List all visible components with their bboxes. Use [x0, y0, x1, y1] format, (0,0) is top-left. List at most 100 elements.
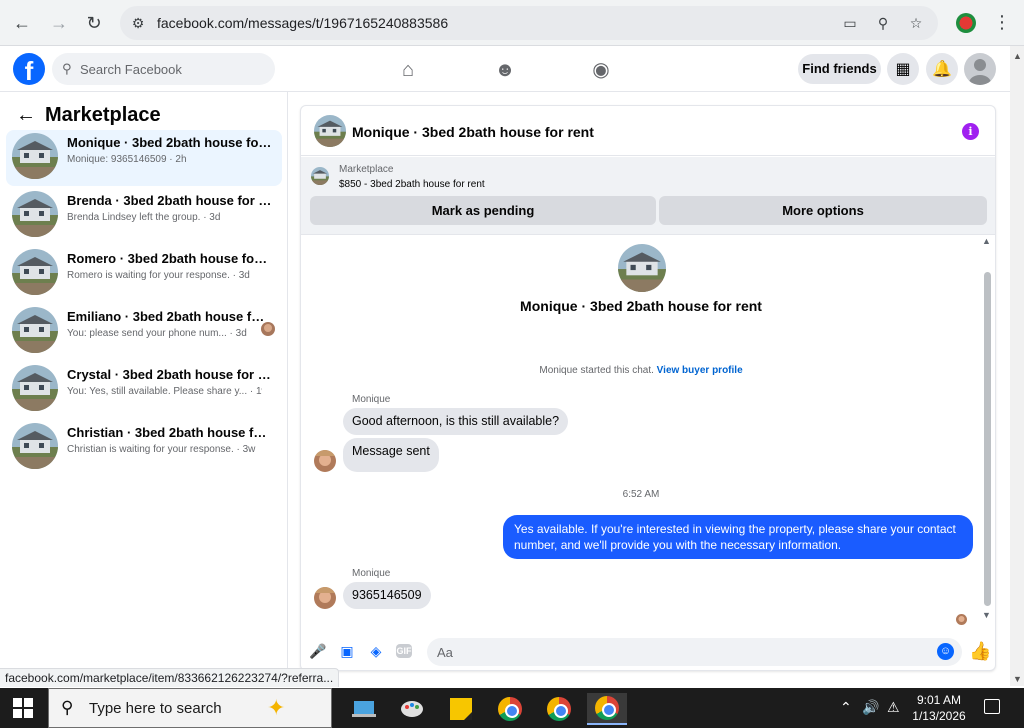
system-clock[interactable]: 9:01 AM 1/13/2026: [905, 692, 973, 724]
facebook-header: f ⚲ Search Facebook ⌂ ☻ ◉ Find friends ▦…: [0, 46, 1010, 92]
conversation-name: Brenda · 3bed 2bath house for rent: [67, 193, 272, 208]
conversation-item[interactable]: Brenda · 3bed 2bath house for rent Brend…: [6, 188, 282, 244]
marketplace-banner: Marketplace $850 - 3bed 2bath house for …: [301, 157, 995, 235]
search-input[interactable]: ⚲ Search Facebook: [52, 53, 275, 85]
file-explorer-app-icon[interactable]: [344, 693, 384, 725]
listing-thumbnail: [12, 249, 58, 295]
message-timestamp: 6:52 AM: [622, 489, 660, 500]
listing-thumbnail: [12, 365, 58, 411]
thread-scrollbar[interactable]: ▲ ▼: [981, 236, 993, 622]
chat-title[interactable]: Monique · 3bed 2bath house for rent: [352, 124, 594, 140]
started-text: Monique started this chat.: [539, 365, 654, 376]
scroll-thumb[interactable]: [984, 272, 991, 606]
address-bar[interactable]: ⚙ facebook.com/messages/t/19671652408835…: [120, 6, 938, 40]
volume-icon[interactable]: 🔊: [862, 699, 879, 728]
conversation-name: Emiliano · 3bed 2bath house for...: [67, 309, 272, 324]
chrome-profile-app-icon[interactable]: [539, 693, 579, 725]
chat-panel: Monique · 3bed 2bath house for rent i Ma…: [300, 105, 996, 671]
chat-header: Monique · 3bed 2bath house for rent i: [301, 106, 995, 156]
profile-icon[interactable]: [956, 13, 976, 33]
friends-icon[interactable]: ☻: [493, 58, 517, 82]
seen-avatar: [261, 322, 275, 336]
listing-price-title[interactable]: $850 - 3bed 2bath house for rent: [339, 179, 485, 190]
search-placeholder: Search Facebook: [80, 62, 182, 77]
incoming-message[interactable]: 9365146509: [343, 582, 431, 609]
search-icon: ⚲: [61, 698, 74, 717]
taskbar-search-placeholder: Type here to search: [89, 700, 222, 717]
scroll-up-arrow-icon[interactable]: ▲: [982, 236, 991, 246]
back-icon[interactable]: ←: [10, 11, 34, 35]
sticky-notes-app-icon[interactable]: [441, 693, 481, 725]
more-options-button[interactable]: More options: [659, 196, 987, 225]
taskbar-search-input[interactable]: ⚲ Type here to search ✦: [48, 688, 332, 728]
incoming-message[interactable]: Good afternoon, is this still available?: [343, 408, 569, 435]
find-friends-button[interactable]: Find friends: [798, 54, 881, 84]
outgoing-message[interactable]: Yes available. If you're interested in v…: [503, 515, 973, 559]
reload-icon[interactable]: ↻: [82, 11, 106, 35]
conversation-preview: Christian is waiting for your response. …: [67, 444, 256, 455]
listing-thumbnail: [12, 191, 58, 237]
browser-toolbar: ← → ↻ ⚙ facebook.com/messages/t/19671652…: [0, 0, 1024, 46]
message-composer: 🎤 ▣ ◈ GIF Aa ☺ 👍: [301, 636, 995, 672]
notifications-bell-icon[interactable]: 🔔: [926, 53, 958, 85]
paint-app-icon[interactable]: [392, 693, 432, 725]
microphone-icon[interactable]: 🎤: [309, 642, 327, 660]
conversation-item[interactable]: Christian · 3bed 2bath house for re... C…: [6, 420, 282, 476]
listing-thumbnail: [12, 423, 58, 469]
facebook-logo-icon[interactable]: f: [13, 53, 45, 85]
conversation-name: Romero · 3bed 2bath house for rent: [67, 251, 272, 266]
info-icon[interactable]: i: [962, 123, 979, 140]
windows-taskbar: ⚲ Type here to search ✦ ⌃ 🔊 ⚠ 9:01 AM 1/…: [0, 688, 1024, 728]
page-scrollbar[interactable]: ▲ ▼: [1010, 46, 1024, 686]
incoming-message[interactable]: Message sent: [343, 438, 439, 472]
gif-icon[interactable]: GIF: [396, 644, 412, 658]
chrome-active-app-icon[interactable]: [587, 693, 627, 725]
listing-thumbnail: [12, 133, 58, 179]
conversation-item[interactable]: Emiliano · 3bed 2bath house for... You: …: [6, 304, 282, 360]
chat-started-note: Monique started this chat. View buyer pr…: [301, 365, 981, 376]
conversation-preview: You: please send your phone num... · 3d: [67, 328, 247, 339]
chrome-profile-k-app-icon[interactable]: [490, 693, 530, 725]
windows-start-icon[interactable]: [13, 698, 33, 718]
thumbs-up-icon[interactable]: 👍: [969, 641, 991, 662]
menu-icon[interactable]: ⋮: [992, 12, 1012, 34]
search-highlight-icon[interactable]: ✦: [267, 695, 285, 721]
listing-thumbnail: [12, 307, 58, 353]
url-text: facebook.com/messages/t/1967165240883586: [157, 15, 449, 31]
sender-avatar[interactable]: [314, 450, 336, 472]
sender-name: Monique: [352, 394, 391, 405]
menu-grid-icon[interactable]: ▦: [887, 53, 919, 85]
site-settings-icon[interactable]: ⚙: [128, 13, 148, 33]
bookmark-star-icon[interactable]: ☆: [906, 13, 926, 33]
message-input[interactable]: Aa ☺: [427, 638, 962, 666]
view-buyer-profile-link[interactable]: View buyer profile: [657, 365, 743, 376]
scroll-down-arrow-icon[interactable]: ▼: [1013, 674, 1022, 684]
sender-avatar[interactable]: [314, 587, 336, 609]
mark-as-pending-button[interactable]: Mark as pending: [310, 196, 656, 225]
conversation-item[interactable]: Monique · 3bed 2bath house for r... Moni…: [6, 130, 282, 186]
network-icon[interactable]: ⚠: [887, 699, 900, 728]
conversation-preview: Romero is waiting for your response. · 3…: [67, 270, 250, 281]
zoom-icon[interactable]: ⚲: [873, 13, 893, 33]
chat-listing-thumbnail[interactable]: [314, 115, 346, 147]
tray-overflow-icon[interactable]: ⌃: [840, 699, 852, 728]
home-icon[interactable]: ⌂: [396, 58, 420, 82]
groups-icon[interactable]: ◉: [589, 58, 613, 82]
back-arrow-icon[interactable]: ←: [16, 104, 36, 127]
conversation-item[interactable]: Crystal · 3bed 2bath house for rent You:…: [6, 362, 282, 418]
sidebar-title: Marketplace: [45, 104, 161, 126]
conversation-preview: Monique: 9365146509 · 2h: [67, 154, 187, 165]
forward-icon[interactable]: →: [47, 11, 71, 35]
account-avatar[interactable]: [964, 53, 996, 85]
conversation-sidebar: ← Marketplace Monique · 3bed 2bath house…: [0, 92, 288, 686]
emoji-icon[interactable]: ☺: [937, 643, 954, 660]
scroll-up-arrow-icon[interactable]: ▲: [1013, 51, 1022, 61]
sticker-icon[interactable]: ◈: [367, 642, 385, 660]
photo-icon[interactable]: ▣: [338, 642, 356, 660]
notification-center-icon[interactable]: [984, 699, 1000, 714]
thread-listing-image: [618, 244, 666, 292]
conversation-item[interactable]: Romero · 3bed 2bath house for rent Romer…: [6, 246, 282, 302]
conversation-name: Monique · 3bed 2bath house for r...: [67, 135, 272, 150]
install-app-icon[interactable]: ▭: [840, 13, 860, 33]
scroll-down-arrow-icon[interactable]: ▼: [982, 610, 991, 620]
